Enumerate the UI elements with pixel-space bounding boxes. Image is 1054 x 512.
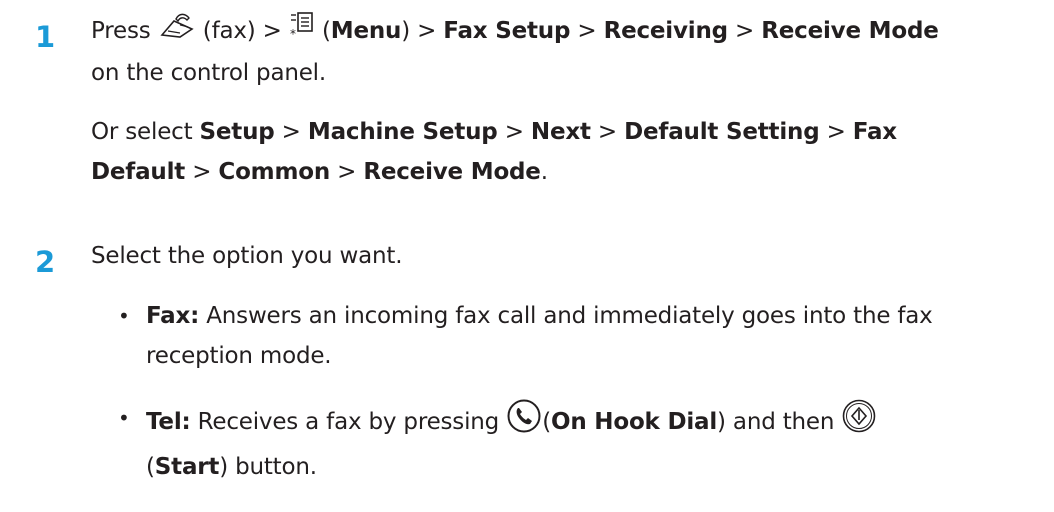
tel-option: Tel: Receives a fax by pressing (On Hook… [146, 398, 1046, 487]
period: . [540, 159, 548, 185]
next-label: Next [530, 119, 591, 145]
step-1-instruction: Press (fax) > * (Menu) > Fax Setup > Rec… [91, 10, 1041, 93]
select-option-text: Select the option you want. [91, 243, 403, 269]
press-text: Press [91, 18, 151, 44]
separator: > [337, 159, 357, 185]
separator: > [281, 119, 301, 145]
fax-default-label-part2: Default [91, 159, 186, 185]
menu-label: Menu [330, 18, 402, 44]
machine-setup-label: Machine Setup [307, 119, 498, 145]
bullet-fax: • [118, 304, 130, 328]
receive-mode-label: Receive Mode [761, 18, 939, 44]
menu-close: ) > [401, 18, 437, 44]
fax-option-label: Fax: [146, 303, 200, 329]
separator: > [192, 159, 212, 185]
setup-label: Setup [199, 119, 275, 145]
separator: > [735, 18, 755, 44]
receiving-label: Receiving [603, 18, 729, 44]
fax-text: (fax) > [202, 18, 282, 44]
tel-option-desc: Receives a fax by pressing [197, 409, 500, 435]
fax-default-label-part1: Fax [852, 119, 897, 145]
fax-icon [158, 11, 196, 52]
on-hook-dial-icon [506, 398, 542, 447]
separator: > [597, 119, 617, 145]
default-setting-label: Default Setting [624, 119, 820, 145]
and-then-text: ) and then [717, 409, 835, 435]
step-number-1: 1 [35, 20, 56, 54]
separator: > [577, 18, 597, 44]
button-text: ) button. [219, 454, 317, 480]
control-panel-text: on the control panel. [91, 60, 326, 86]
separator: > [504, 119, 524, 145]
common-label: Common [218, 159, 330, 185]
fax-option-desc-2: reception mode. [146, 343, 332, 369]
start-label: Start [154, 454, 220, 480]
menu-icon: * [289, 10, 315, 53]
menu-open: ( [321, 18, 331, 44]
on-hook-dial-label: On Hook Dial [550, 409, 718, 435]
start-icon [841, 398, 877, 447]
step-number-2: 2 [35, 245, 56, 279]
bullet-tel: • [118, 406, 130, 430]
svg-text:*: * [290, 27, 296, 40]
separator: > [826, 119, 846, 145]
or-select-text: Or select [91, 119, 193, 145]
fax-option-desc-1: Answers an incoming fax call and immedia… [206, 303, 933, 329]
fax-setup-label: Fax Setup [443, 18, 571, 44]
tel-option-label: Tel: [146, 409, 191, 435]
step-2-intro: Select the option you want. [91, 236, 1041, 276]
receive-mode-label-alt: Receive Mode [363, 159, 541, 185]
start-open: ( [146, 454, 155, 480]
on-hook-open: ( [542, 409, 551, 435]
fax-option: Fax: Answers an incoming fax call and im… [146, 296, 1046, 376]
step-1-alternative: Or select Setup > Machine Setup > Next >… [91, 112, 1041, 192]
